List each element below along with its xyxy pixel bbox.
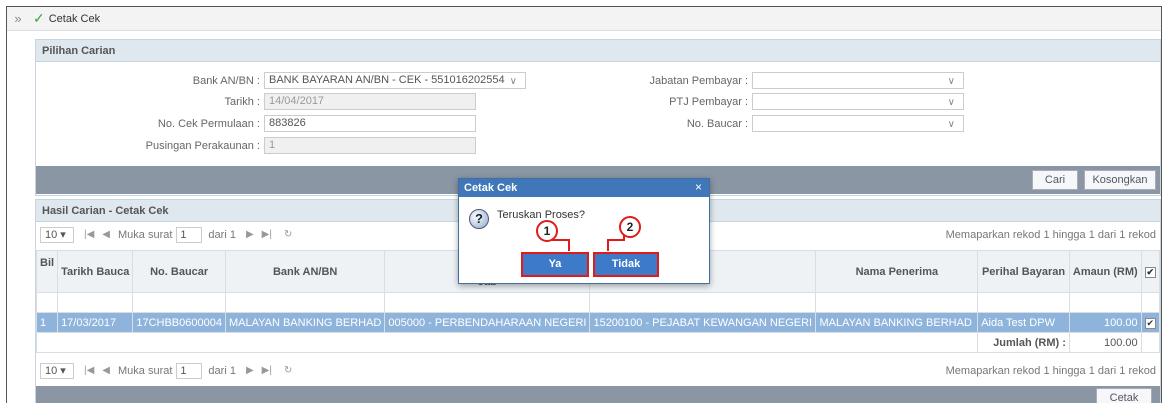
- dept-select[interactable]: ∨: [752, 72, 964, 89]
- refresh-icon[interactable]: ↻: [284, 229, 292, 240]
- confirm-dialog: Cetak Cek × ? Teruskan Proses? Ya Tidak: [458, 178, 710, 284]
- last-page-icon[interactable]: ▶|: [262, 229, 272, 240]
- col-bank[interactable]: Bank AN/BN: [224, 250, 386, 293]
- next-page-icon[interactable]: ▶: [246, 365, 254, 376]
- checkbox-icon: ✔: [1144, 317, 1156, 329]
- question-icon: ?: [469, 209, 489, 229]
- cell-tarikh: 17/03/2017: [57, 312, 134, 333]
- cell-amaun: 100.00: [1068, 312, 1142, 333]
- col-amaun[interactable]: Amaun (RM): [1068, 250, 1142, 293]
- page-of-label: dari 1: [208, 364, 236, 377]
- callout-2-connector: [607, 239, 609, 251]
- window-title: Cetak Cek: [48, 12, 101, 25]
- prev-page-icon[interactable]: ◀: [102, 229, 110, 240]
- filter-cell[interactable]: [384, 292, 591, 313]
- filter-cell[interactable]: [57, 292, 134, 313]
- chevron-down-icon: ∨: [947, 119, 955, 130]
- chevron-down-icon: ∨: [947, 76, 955, 87]
- filter-cell[interactable]: [977, 292, 1070, 313]
- dept-label: Jabatan Pembayar :: [649, 74, 748, 87]
- ptj-label: PTJ Pembayar :: [669, 95, 748, 108]
- refresh-icon[interactable]: ↻: [284, 365, 292, 376]
- col-tarikh[interactable]: Tarikh Bauca: [57, 250, 134, 293]
- callout-2-connector: [607, 239, 625, 241]
- prev-page-icon[interactable]: ◀: [102, 365, 110, 376]
- cell-bank: MALAYAN BANKING BERHAD: [224, 312, 386, 333]
- callout-1: 1: [536, 220, 558, 242]
- total-label: Jumlah (RM) :: [977, 332, 1070, 353]
- cell-jabatan: 005000 - PERBENDAHARAAN NEGERI: [384, 312, 591, 333]
- page-label: Muka surat: [118, 364, 173, 377]
- chevron-down-icon: ∨: [947, 97, 955, 108]
- col-penerima[interactable]: Nama Penerima: [815, 250, 979, 293]
- cell-bil: 1: [35, 312, 59, 333]
- cycle-row: Pusingan Perakaunan : 1: [36, 137, 476, 154]
- dialog-message: Teruskan Proses?: [497, 209, 586, 221]
- callout-2: 2: [619, 216, 641, 238]
- first-page-icon[interactable]: |◀: [84, 365, 94, 376]
- page-size-select[interactable]: 10 ▾: [40, 226, 74, 243]
- cycle-field[interactable]: 1: [264, 137, 476, 154]
- total-empty: [1140, 332, 1161, 353]
- filter-cell[interactable]: [815, 292, 979, 313]
- filter-cell[interactable]: [589, 292, 817, 313]
- collapse-icon[interactable]: »: [7, 11, 29, 26]
- search-button[interactable]: Cari: [1032, 170, 1078, 190]
- filter-row: [35, 292, 1161, 313]
- select-all-checkbox[interactable]: ✔: [1140, 250, 1161, 293]
- record-info: Memaparkan rekod 1 hingga 1 dari 1 rekod: [945, 228, 1156, 241]
- page-input[interactable]: 1: [176, 362, 203, 379]
- window-titlebar: » ✓ Cetak Cek: [7, 7, 1161, 31]
- total-row: Jumlah (RM) : 100.00: [35, 332, 1161, 353]
- no-button[interactable]: Tidak: [593, 252, 659, 277]
- col-no-baucar[interactable]: No. Baucar: [132, 250, 226, 293]
- table-row[interactable]: 1 17/03/2017 17CHBB0600004 MALAYAN BANKI…: [35, 312, 1161, 333]
- yes-button[interactable]: Ya: [521, 252, 589, 277]
- filter-cell: [1140, 292, 1161, 313]
- search-panel-title: Pilihan Carian: [36, 40, 1160, 62]
- ptj-select[interactable]: ∨: [752, 93, 964, 110]
- page-label: Muka surat: [118, 228, 173, 241]
- filter-cell[interactable]: [1068, 292, 1142, 313]
- row-checkbox[interactable]: ✔: [1140, 312, 1161, 333]
- page-of-label: dari 1: [208, 228, 236, 241]
- cell-penerima: MALAYAN BANKING BERHAD: [815, 312, 979, 333]
- bottom-pager: 10 ▾ |◀ ◀ Muka surat 1 dari 1 ▶ ▶| ↻ Mem…: [36, 360, 1160, 381]
- cell-no-baucar: 17CHBB0600004: [132, 312, 226, 333]
- cell-perihal: Aida Test DPW: [977, 312, 1070, 333]
- page-input[interactable]: 1: [176, 226, 203, 243]
- dept-row: Jabatan Pembayar : ∨: [36, 72, 964, 89]
- page-size-select[interactable]: 10 ▾: [40, 362, 74, 379]
- last-page-icon[interactable]: ▶|: [262, 365, 272, 376]
- col-bil[interactable]: Bil: [35, 250, 59, 293]
- next-page-icon[interactable]: ▶: [246, 229, 254, 240]
- voucher-row: No. Baucar : ∨: [36, 115, 964, 132]
- record-info: Memaparkan rekod 1 hingga 1 dari 1 rekod: [945, 364, 1156, 377]
- voucher-select[interactable]: ∨: [752, 115, 964, 132]
- close-icon[interactable]: ×: [695, 180, 702, 194]
- search-panel: Pilihan Carian Bank AN/BN : BANK BAYARAN…: [35, 39, 1161, 196]
- col-perihal[interactable]: Perihal Bayaran: [977, 250, 1070, 293]
- print-button[interactable]: Cetak: [1096, 388, 1152, 403]
- voucher-label: No. Baucar :: [686, 117, 748, 130]
- cycle-label: Pusingan Perakaunan :: [145, 139, 260, 152]
- filter-cell[interactable]: [224, 292, 386, 313]
- print-action-bar: Cetak: [36, 386, 1160, 403]
- cell-ptj: 15200100 - PEJABAT KEWANGAN NEGERI: [589, 312, 817, 333]
- filter-cell: [35, 292, 59, 313]
- clear-button[interactable]: Kosongkan: [1084, 170, 1156, 190]
- checkbox-icon: ✔: [1144, 266, 1156, 278]
- total-spacer: [35, 332, 979, 353]
- ptj-row: PTJ Pembayar : ∨: [36, 93, 964, 110]
- callout-1-connector: [568, 239, 570, 251]
- filter-cell[interactable]: [132, 292, 226, 313]
- check-icon: ✓: [33, 10, 45, 26]
- dialog-title: Cetak Cek: [459, 179, 709, 197]
- total-value: 100.00: [1068, 332, 1142, 353]
- first-page-icon[interactable]: |◀: [84, 229, 94, 240]
